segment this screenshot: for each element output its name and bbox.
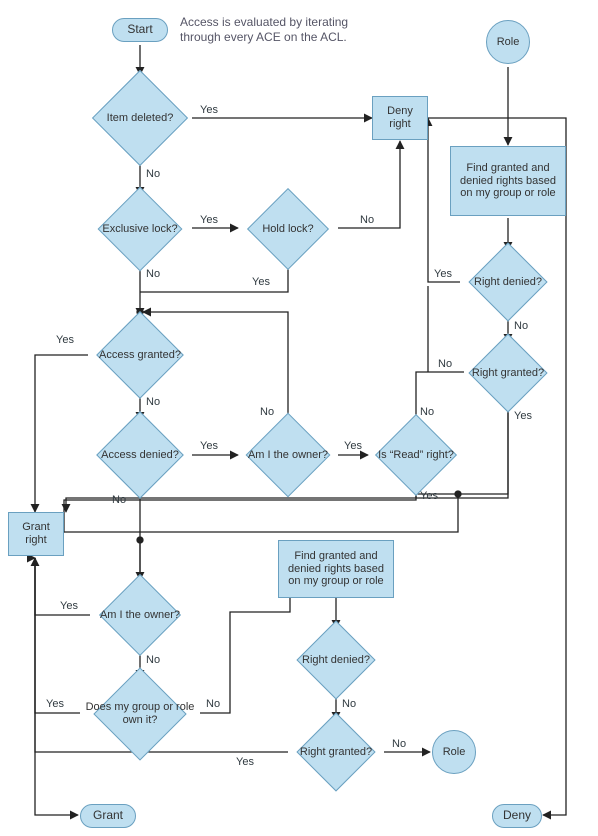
decision-exclusive-lock: Exclusive lock? [88,196,192,262]
decision-is-read-right-label: Is “Read” right? [378,449,454,462]
connector-role-in: Role [486,20,530,64]
edge-yes: Yes [252,276,270,288]
edge-no: No [420,406,434,418]
edge-yes: Yes [420,490,438,502]
decision-hold-lock: Hold lock? [238,196,338,262]
process-grant-right: Grant right [8,512,64,556]
decision-am-i-owner-2: Am I the owner? [90,582,190,648]
edge-yes: Yes [200,214,218,226]
edge-no: No [392,738,406,750]
edge-no: No [260,406,274,418]
decision-group-own-label: Does my group or role own it? [85,701,195,726]
decision-am-i-owner-1: Am I the owner? [238,420,338,490]
terminal-deny: Deny [492,804,542,828]
edge-no: No [360,214,374,226]
decision-hold-lock-label: Hold lock? [262,223,313,236]
decision-item-deleted-label: Item deleted? [107,112,174,125]
terminal-grant: Grant [80,804,136,828]
edge-no: No [146,654,160,666]
edge-no: No [514,320,528,332]
decision-right-granted-2-label: Right granted? [300,746,372,759]
decision-right-denied-2-label: Right denied? [302,654,370,667]
decision-right-granted-1-label: Right granted? [472,367,544,380]
edge-no: No [146,168,160,180]
edge-yes: Yes [434,268,452,280]
connector-role-in-label: Role [497,36,520,49]
decision-right-granted-1: Right granted? [460,342,556,404]
edge-yes: Yes [236,756,254,768]
edge-no: No [112,494,126,506]
edge-yes: Yes [200,440,218,452]
process-find-rights-1: Find granted and denied rights based on … [450,146,566,216]
edge-no: No [146,268,160,280]
decision-access-granted-label: Access granted? [99,349,181,362]
edge-yes: Yes [60,600,78,612]
edge-yes: Yes [46,698,64,710]
decision-is-read-right: Is “Read” right? [368,420,464,490]
process-find-rights-2: Find granted and denied rights based on … [278,540,394,598]
decision-am-i-owner-2-label: Am I the owner? [100,609,180,622]
decision-right-denied-2: Right denied? [288,628,384,692]
edge-no: No [342,698,356,710]
process-deny-right: Deny right [372,96,428,140]
connector-role-out: Role [432,730,476,774]
terminal-start: Start [112,18,168,42]
decision-exclusive-lock-label: Exclusive lock? [102,223,177,236]
connector-role-out-label: Role [443,746,466,759]
edge-yes: Yes [200,104,218,116]
edge-no: No [146,396,160,408]
decision-access-denied-label: Access denied? [101,449,179,462]
edge-no: No [206,698,220,710]
decision-am-i-owner-1-label: Am I the owner? [248,449,328,462]
edge-yes: Yes [344,440,362,452]
decision-access-granted: Access granted? [88,320,192,390]
decision-item-deleted: Item deleted? [88,76,192,160]
decision-group-own: Does my group or role own it? [78,678,202,750]
decision-right-denied-1: Right denied? [460,250,556,314]
decision-right-denied-1-label: Right denied? [474,276,542,289]
edge-yes: Yes [56,334,74,346]
caption: Access is evaluated by iterating through… [180,15,350,45]
edge-no: No [438,358,452,370]
decision-right-granted-2: Right granted? [288,720,384,784]
decision-access-denied: Access denied? [88,420,192,490]
edge-yes: Yes [514,410,532,422]
